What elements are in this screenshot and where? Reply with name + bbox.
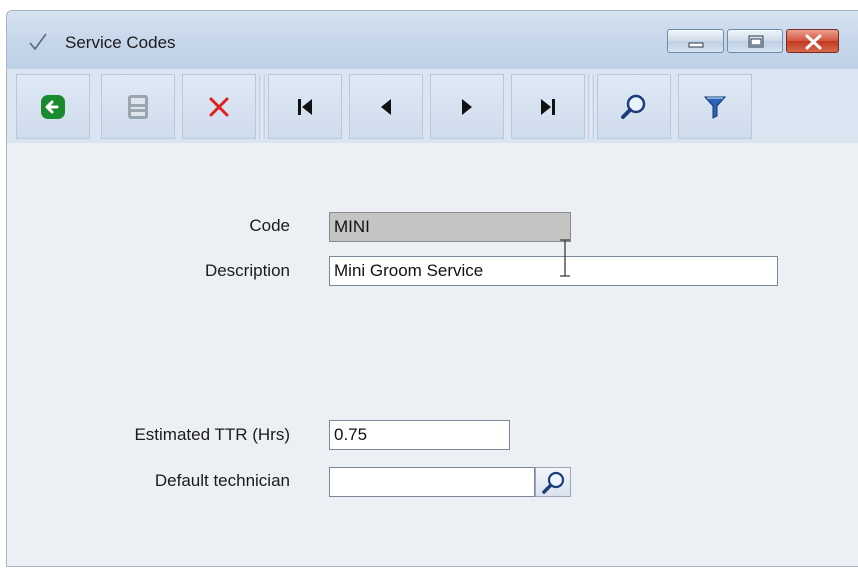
- toolbar-separator: [588, 74, 594, 139]
- close-button[interactable]: [786, 29, 839, 53]
- previous-record-button[interactable]: [349, 74, 423, 139]
- close-icon: [805, 34, 822, 50]
- checkmark-icon: [29, 33, 47, 51]
- default-technician-field[interactable]: [329, 467, 535, 497]
- code-label: Code: [249, 216, 290, 235]
- title-bar[interactable]: Service Codes: [7, 11, 858, 69]
- technician-lookup-button[interactable]: [535, 467, 571, 497]
- minimize-icon: [688, 42, 704, 48]
- last-record-icon: [541, 98, 555, 115]
- save-button[interactable]: [101, 74, 175, 139]
- back-arrow-icon: [41, 94, 65, 119]
- previous-record-icon: [381, 98, 391, 115]
- window-title: Service Codes: [65, 33, 176, 52]
- service-codes-window: Service Codes Code MINI Description Mini…: [6, 10, 858, 567]
- minimize-button[interactable]: [667, 29, 724, 53]
- first-record-button[interactable]: [268, 74, 342, 139]
- description-label: Description: [204, 261, 290, 280]
- text-cursor-icon: [560, 239, 570, 277]
- next-record-button[interactable]: [430, 74, 504, 139]
- back-button[interactable]: [16, 74, 90, 139]
- filter-button[interactable]: [678, 74, 752, 139]
- search-icon: [542, 471, 565, 494]
- code-field[interactable]: [329, 212, 571, 242]
- search-icon: [621, 94, 646, 119]
- maximize-icon: [748, 35, 764, 48]
- estimated-ttr-field[interactable]: [329, 420, 510, 450]
- filter-icon: [703, 96, 727, 119]
- last-record-button[interactable]: [511, 74, 585, 139]
- toolbar-separator: [259, 74, 265, 139]
- estimated-ttr-label: Estimated TTR (Hrs): [134, 425, 290, 444]
- toolbar: [7, 69, 858, 143]
- search-button[interactable]: [597, 74, 671, 139]
- delete-x-icon: [209, 97, 229, 116]
- description-field[interactable]: [329, 256, 778, 286]
- next-record-icon: [462, 98, 472, 115]
- default-technician-label: Default technician: [154, 471, 290, 490]
- maximize-button[interactable]: [727, 29, 783, 53]
- save-icon: [128, 94, 148, 119]
- delete-button[interactable]: [182, 74, 256, 139]
- first-record-icon: [298, 98, 312, 115]
